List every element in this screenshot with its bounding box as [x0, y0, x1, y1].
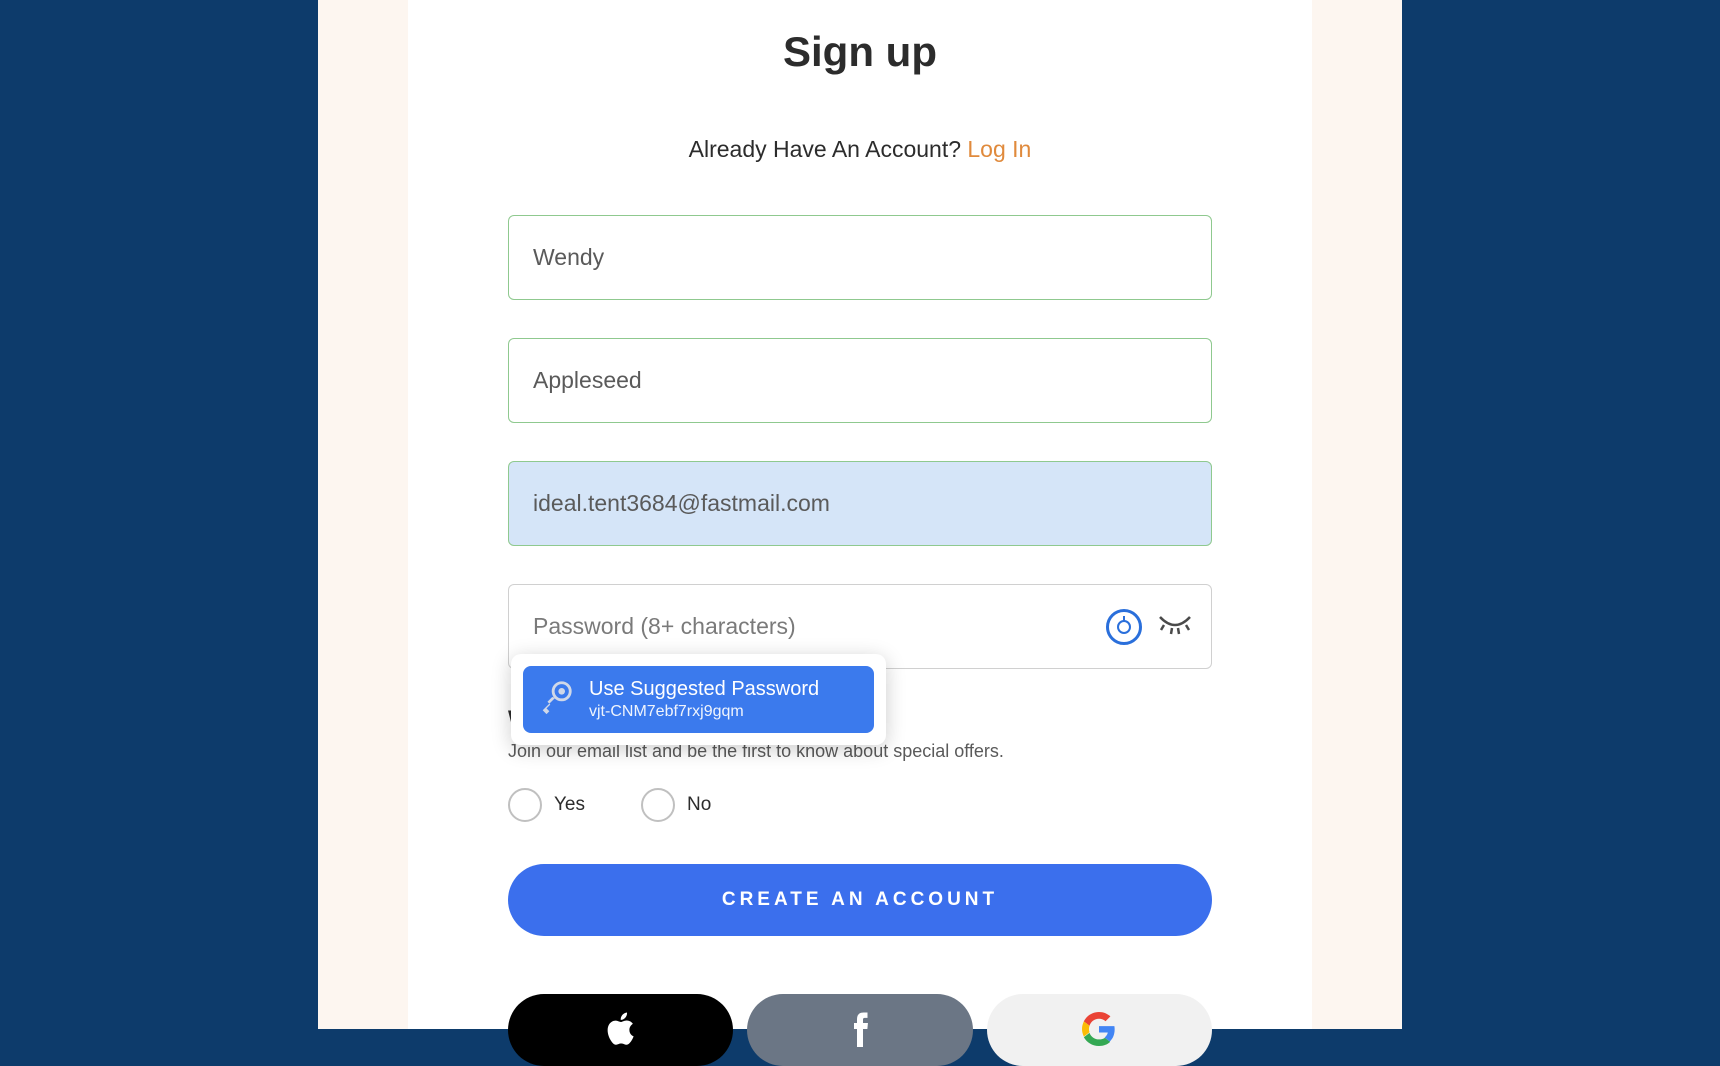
social-buttons	[508, 994, 1212, 1066]
form-container: Sign up Already Have An Account? Log In	[408, 0, 1312, 1029]
last-name-input[interactable]	[508, 338, 1212, 423]
facebook-signin-button[interactable]	[747, 994, 972, 1066]
use-suggested-password-button[interactable]: Use Suggested Password vjt-CNM7ebf7rxj9g…	[523, 666, 874, 733]
radio-no[interactable]: No	[641, 788, 711, 822]
suggestion-text: Use Suggested Password vjt-CNM7ebf7rxj9g…	[589, 677, 819, 722]
page-outer: Sign up Already Have An Account? Log In	[318, 0, 1402, 1029]
password-icons	[1106, 609, 1192, 645]
radio-yes-label: Yes	[554, 794, 585, 816]
radio-circle-icon	[641, 788, 675, 822]
mailing-radio-group: Yes No	[508, 788, 1212, 822]
email-input[interactable]	[508, 461, 1212, 546]
suggestion-value: vjt-CNM7ebf7rxj9gqm	[589, 702, 819, 722]
create-account-button[interactable]: CREATE AN ACCOUNT	[508, 864, 1212, 936]
login-link[interactable]: Log In	[967, 136, 1031, 162]
radio-yes[interactable]: Yes	[508, 788, 585, 822]
apple-signin-button[interactable]	[508, 994, 733, 1066]
radio-circle-icon	[508, 788, 542, 822]
eye-closed-icon[interactable]	[1158, 613, 1192, 640]
page-title: Sign up	[508, 28, 1212, 76]
login-prompt: Already Have An Account? Log In	[508, 136, 1212, 163]
first-name-input[interactable]	[508, 215, 1212, 300]
apple-icon	[606, 1011, 636, 1050]
onepassword-icon[interactable]	[1106, 609, 1142, 645]
facebook-icon	[851, 1011, 869, 1050]
google-signin-button[interactable]	[987, 994, 1212, 1066]
password-suggestion-popup: Use Suggested Password vjt-CNM7ebf7rxj9g…	[511, 654, 886, 745]
key-icon	[537, 678, 575, 721]
suggestion-title: Use Suggested Password	[589, 677, 819, 702]
google-icon	[1082, 1012, 1116, 1049]
login-prompt-text: Already Have An Account?	[689, 136, 968, 162]
radio-no-label: No	[687, 794, 711, 816]
